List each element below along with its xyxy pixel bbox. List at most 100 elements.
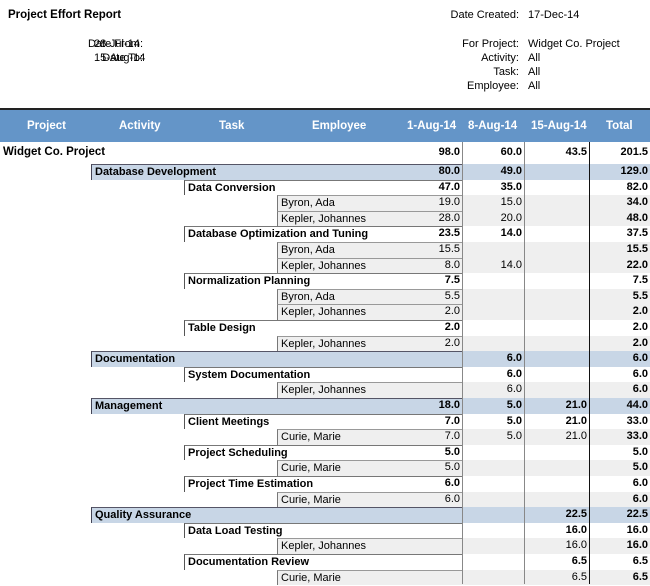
value-8-aug: 14.0 <box>500 227 522 240</box>
table-row-act: Database Development 80.0 49.0 129.0 <box>0 164 650 180</box>
value-total: 16.0 <box>626 523 648 536</box>
value-total: 82.0 <box>626 180 648 193</box>
col-total: Total <box>606 120 633 132</box>
value-total: 48.0 <box>589 210 650 227</box>
value-1-aug: 7.5 <box>444 274 460 287</box>
value-8-aug: 5.0 <box>506 414 522 427</box>
value-1-aug: 2.0 <box>444 336 460 349</box>
table-row-emp: Kepler, Johannes 6.0 6.0 <box>0 382 650 398</box>
activity-filter-value: All <box>528 52 541 64</box>
value-15-aug <box>524 304 589 320</box>
table-row-emp: Curie, Marie 7.0 5.0 21.0 33.0 <box>0 429 650 445</box>
column-divider <box>524 142 525 584</box>
value-1-aug <box>427 570 462 586</box>
value-15-aug <box>524 257 589 274</box>
value-1-aug: 28.0 <box>438 211 460 224</box>
value-1-aug <box>400 554 462 570</box>
value-1-aug: 5.0 <box>444 445 460 458</box>
value-8-aug <box>462 554 524 570</box>
date-from-value: 28-Jul-14 <box>94 38 140 50</box>
value-total: 5.5 <box>589 288 650 305</box>
value-total: 22.5 <box>589 507 650 523</box>
report-title: Project Effort Report <box>8 9 122 21</box>
value-1-aug: 19.0 <box>438 196 460 209</box>
value-1-aug: 15.5 <box>438 243 460 255</box>
value-1-aug <box>400 367 462 383</box>
table-row-task: Data Conversion 47.0 35.0 82.0 <box>0 179 650 196</box>
value-total: 33.0 <box>589 429 650 445</box>
value-1-aug: 7.0 <box>444 430 460 443</box>
value-15-aug <box>524 367 589 383</box>
value-8-aug: 14.0 <box>462 257 524 274</box>
value-total: 7.5 <box>632 274 648 287</box>
value-total: 6.5 <box>589 569 650 586</box>
value-8-aug <box>462 569 524 586</box>
value-8-aug: 6.0 <box>462 382 524 398</box>
value-1-aug: 6.0 <box>444 492 460 505</box>
table-row-emp: Kepler, Johannes 8.0 14.0 22.0 <box>0 257 650 274</box>
col-employee: Employee <box>312 120 367 132</box>
value-total: 6.0 <box>632 477 648 489</box>
project-name: Widget Co. Project <box>3 146 106 158</box>
value-8-aug <box>462 507 524 523</box>
employee-filter-label: Employee: <box>467 80 519 92</box>
value-15-aug <box>524 164 589 180</box>
value-8-aug <box>462 538 524 554</box>
table-header: Project Activity Task Employee 1-Aug-14 … <box>0 108 650 142</box>
table-row-task: Data Load Testing 16.0 16.0 <box>0 522 650 539</box>
value-8-aug: 60.0 <box>500 146 522 158</box>
value-15-aug: 16.0 <box>565 523 587 536</box>
col-activity: Activity <box>119 120 161 132</box>
value-1-aug: 98.0 <box>438 146 460 158</box>
value-15-aug <box>524 320 589 336</box>
table-row-task: Database Optimization and Tuning 23.5 14.0… <box>0 226 650 242</box>
value-8-aug: 20.0 <box>462 210 524 227</box>
value-total: 6.0 <box>589 382 650 398</box>
value-1-aug <box>427 538 462 554</box>
value-total: 129.0 <box>589 164 650 180</box>
value-15-aug: 21.0 <box>565 414 587 427</box>
value-8-aug <box>462 523 524 539</box>
for-project-value: Widget Co. Project <box>528 38 620 50</box>
col-project: Project <box>27 120 66 132</box>
value-total: 2.0 <box>589 335 650 352</box>
column-divider <box>462 142 463 584</box>
value-total: 201.5 <box>620 146 648 158</box>
col-1-aug: 1-Aug-14 <box>407 120 457 132</box>
value-15-aug <box>524 242 589 258</box>
value-8-aug: 15.0 <box>462 195 524 211</box>
value-total: 5.0 <box>589 460 650 476</box>
value-total: 6.5 <box>632 555 648 567</box>
value-15-aug <box>524 335 589 352</box>
value-1-aug: 8.0 <box>444 258 460 271</box>
table-row-task: Project Time Estimation 6.0 6.0 <box>0 476 650 492</box>
table-row-emp: Byron, Ada 5.5 5.5 <box>0 288 650 305</box>
value-1-aug: 23.5 <box>438 227 460 240</box>
value-1-aug <box>427 382 462 398</box>
value-8-aug: 5.0 <box>462 429 524 445</box>
value-15-aug <box>524 476 589 492</box>
value-1-aug <box>400 523 462 539</box>
value-8-aug: 5.0 <box>462 398 524 414</box>
value-1-aug: 7.0 <box>444 414 460 427</box>
value-1-aug: 80.0 <box>438 165 460 177</box>
value-total: 2.0 <box>589 304 650 320</box>
value-15-aug <box>524 491 589 508</box>
value-total: 33.0 <box>626 414 648 427</box>
value-15-aug: 6.5 <box>571 555 587 567</box>
value-15-aug <box>524 382 589 398</box>
table-row-task: Documentation Review 6.5 6.5 <box>0 554 650 570</box>
value-1-aug <box>400 351 462 367</box>
value-8-aug <box>462 491 524 508</box>
table-row-task: System Documentation 6.0 6.0 <box>0 366 650 383</box>
value-8-aug <box>462 460 524 476</box>
value-8-aug <box>462 335 524 352</box>
value-15-aug <box>524 460 589 476</box>
value-total: 6.0 <box>632 367 648 380</box>
table-row-act: Management 18.0 5.0 21.0 44.0 <box>0 398 650 414</box>
activity-filter-label: Activity: <box>481 52 519 64</box>
employee-filter-value: All <box>528 80 541 92</box>
for-project-label: For Project: <box>462 38 519 50</box>
table-row-emp: Kepler, Johannes 2.0 2.0 <box>0 335 650 352</box>
value-15-aug: 21.0 <box>524 398 589 414</box>
